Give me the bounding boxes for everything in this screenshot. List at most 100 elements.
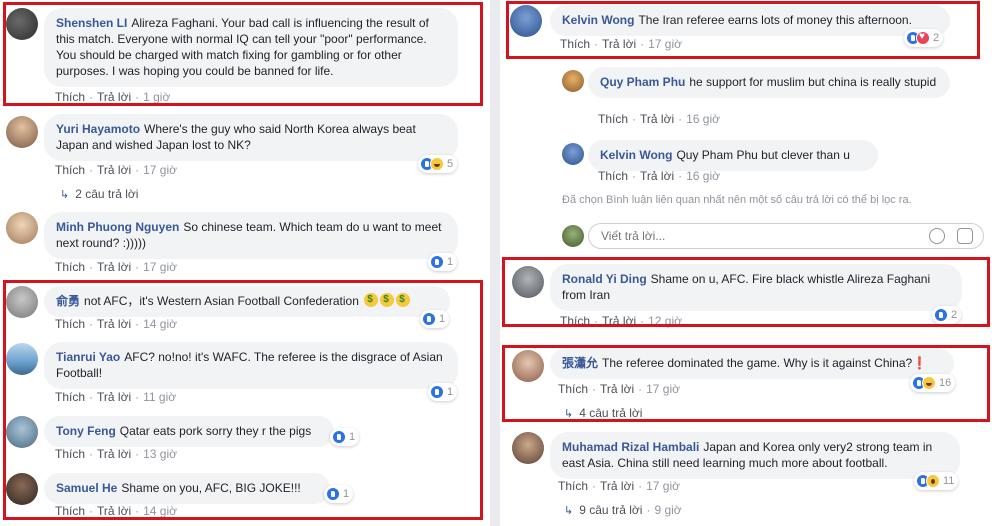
comment-actions: Thích · Trả lời · 16 giờ (598, 169, 720, 183)
reply-link[interactable]: Trả lời (602, 37, 636, 51)
like-link[interactable]: Thích (560, 314, 590, 328)
avatar[interactable] (512, 350, 544, 382)
reply-link[interactable]: Trả lời (600, 382, 634, 396)
avatar[interactable] (512, 432, 544, 464)
like-link[interactable]: Thích (55, 260, 85, 274)
timestamp[interactable]: 16 giờ (686, 112, 720, 126)
reply-link[interactable]: Trả lời (600, 479, 634, 493)
comment-bubble: Kelvin Wong The Iran referee earns lots o… (550, 5, 950, 36)
emoji-icon[interactable] (929, 228, 945, 244)
reply-arrow-icon: ↳ (564, 408, 574, 420)
reaction-count[interactable]: 1 (330, 428, 360, 446)
comment-bubble: 張瀟允 The referee dominated the game. Why i… (550, 348, 954, 379)
timestamp[interactable]: 17 giờ (648, 37, 682, 51)
reply-link[interactable]: Trả lời (97, 163, 131, 177)
like-link[interactable]: Thích (598, 112, 628, 126)
commenter-name[interactable]: Kelvin Wong (600, 148, 672, 162)
wow-reaction-icon (926, 474, 940, 488)
commenter-name[interactable]: Shenshen LI (56, 16, 127, 30)
money-mouth-emoji-icon (396, 292, 411, 308)
haha-reaction-icon (430, 157, 444, 171)
timestamp[interactable]: 17 giờ (143, 163, 177, 177)
reaction-count[interactable]: 1 (428, 253, 458, 271)
like-link[interactable]: Thích (55, 317, 85, 331)
timestamp[interactable]: 1 giờ (143, 90, 170, 104)
reaction-count[interactable]: 16 (910, 374, 956, 392)
view-replies-link[interactable]: ↳ 9 câu trả lời · 9 giờ (564, 503, 682, 517)
timestamp[interactable]: 17 giờ (143, 260, 177, 274)
reaction-count[interactable]: 5 (418, 155, 458, 173)
commenter-name[interactable]: Muhamad Rizal Hambali (562, 440, 699, 454)
comment-text: Quy Pham Phu but clever than u (676, 148, 850, 162)
reply-link[interactable]: Trả lời (97, 260, 131, 274)
like-reaction-icon (430, 385, 444, 399)
like-link[interactable]: Thích (558, 479, 588, 493)
reply-link[interactable]: Trả lời (97, 447, 131, 461)
avatar[interactable] (6, 416, 38, 448)
avatar[interactable] (512, 266, 544, 298)
avatar[interactable] (6, 116, 38, 148)
reply-composer[interactable] (588, 223, 984, 249)
commenter-name[interactable]: Samuel He (56, 481, 117, 495)
reply-link[interactable]: Trả lời (640, 169, 674, 183)
reply-link[interactable]: Trả lời (602, 314, 636, 328)
commenter-name[interactable]: Tony Feng (56, 424, 116, 438)
commenter-name[interactable]: Minh Phuong Nguyen (56, 220, 179, 234)
avatar[interactable] (6, 212, 38, 244)
like-link[interactable]: Thích (55, 90, 85, 104)
commenter-name[interactable]: 張瀟允 (562, 356, 598, 370)
timestamp[interactable]: 14 giờ (143, 317, 177, 331)
reaction-count[interactable]: 1 (420, 310, 450, 328)
commenter-name[interactable]: Tianrui Yao (56, 350, 120, 364)
reply-bubble: Kelvin Wong Quy Pham Phu but clever than … (588, 140, 878, 171)
avatar[interactable] (562, 143, 584, 165)
reply-link[interactable]: Trả lời (97, 390, 131, 404)
reaction-count[interactable]: 1 (324, 485, 354, 503)
avatar[interactable] (6, 286, 38, 318)
commenter-name[interactable]: Quy Pham Phu (600, 75, 685, 89)
reaction-count[interactable]: 11 (914, 472, 959, 490)
like-link[interactable]: Thích (55, 447, 85, 461)
like-reaction-icon (934, 308, 948, 322)
comment-bubble: Shenshen LI Alireza Faghani. Your bad cal… (44, 8, 458, 87)
reaction-count[interactable]: 1 (428, 383, 458, 401)
timestamp[interactable]: 13 giờ (143, 447, 177, 461)
commenter-name[interactable]: Yuri Hayamoto (56, 122, 140, 136)
comment-text: Qatar eats pork sorry they r the pigs (119, 424, 312, 438)
avatar[interactable] (510, 5, 542, 37)
reply-link[interactable]: Trả lời (97, 317, 131, 331)
commenter-name[interactable]: Kelvin Wong (562, 13, 634, 27)
timestamp[interactable]: 17 giờ (646, 479, 680, 493)
like-link[interactable]: Thích (55, 504, 85, 518)
timestamp[interactable]: 17 giờ (646, 382, 680, 396)
avatar[interactable] (562, 70, 584, 92)
like-link[interactable]: Thích (598, 169, 628, 183)
money-mouth-emoji-icon (380, 292, 395, 308)
avatar[interactable] (6, 8, 38, 40)
like-link[interactable]: Thích (558, 382, 588, 396)
haha-reaction-icon (922, 376, 936, 390)
like-reaction-icon (326, 487, 340, 501)
reply-link[interactable]: Trả lời (97, 90, 131, 104)
left-comment-panel: Shenshen LI Alireza Faghani. Your bad cal… (0, 0, 490, 526)
like-link[interactable]: Thích (55, 163, 85, 177)
timestamp[interactable]: 14 giờ (143, 504, 177, 518)
avatar[interactable] (6, 343, 38, 375)
timestamp[interactable]: 11 giờ (143, 390, 176, 404)
view-replies-link[interactable]: ↳ 4 câu trả lời (564, 406, 642, 420)
like-link[interactable]: Thích (560, 37, 590, 51)
reply-link[interactable]: Trả lời (640, 112, 674, 126)
timestamp[interactable]: 12 giờ (648, 314, 682, 328)
view-replies-link[interactable]: ↳ 2 câu trả lời (60, 187, 138, 201)
like-link[interactable]: Thích (55, 390, 85, 404)
commenter-name[interactable]: Ronald Yi Ding (562, 272, 647, 286)
avatar[interactable] (6, 473, 38, 505)
timestamp[interactable]: 16 giờ (686, 169, 720, 183)
reply-link[interactable]: Trả lời (97, 504, 131, 518)
commenter-name[interactable]: 俞勇 (56, 294, 80, 308)
reply-bubble: Quy Pham Phu he support for muslim but ch… (588, 67, 950, 98)
reaction-count[interactable]: 2 (904, 29, 944, 47)
reply-input[interactable] (601, 229, 901, 243)
sticker-icon[interactable] (957, 228, 973, 244)
reaction-count[interactable]: 2 (932, 306, 962, 324)
